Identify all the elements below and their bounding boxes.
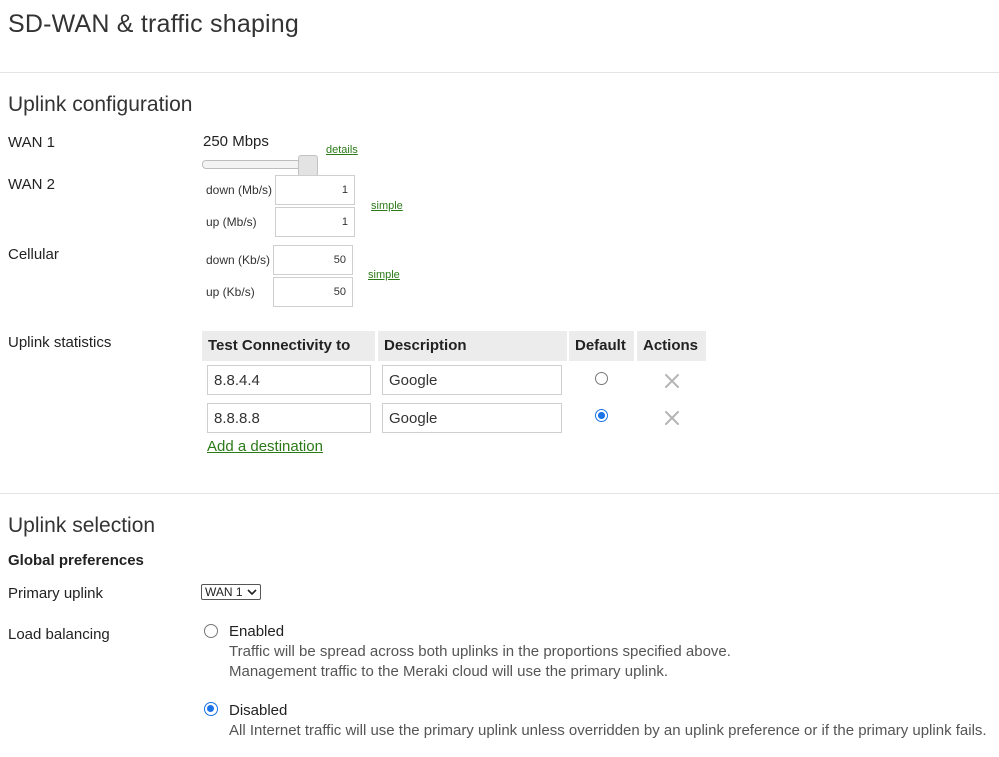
description-input[interactable] — [382, 365, 562, 395]
column-header-default: Default — [569, 331, 634, 361]
enabled-description-line: Management traffic to the Meraki cloud w… — [229, 663, 669, 680]
wan2-up-input[interactable] — [275, 207, 355, 237]
enabled-description-line: Traffic will be spread across both uplin… — [229, 643, 731, 660]
cellular-up-input[interactable] — [273, 277, 353, 307]
load-balancing-disabled-radio[interactable] — [204, 702, 218, 716]
primary-uplink-select[interactable]: WAN 1 — [201, 584, 261, 600]
load-balancing-enabled-radio[interactable] — [204, 624, 218, 638]
load-balancing-label: Load balancing — [8, 626, 110, 643]
global-preferences-heading: Global preferences — [8, 552, 144, 569]
column-header-description: Description — [378, 331, 567, 361]
wan2-down-label: down (Mb/s) — [206, 183, 273, 197]
page-title: SD-WAN & traffic shaping — [8, 10, 300, 38]
uplink-statistics-label: Uplink statistics — [8, 334, 112, 351]
wan1-label: WAN 1 — [8, 134, 55, 151]
cellular-simple-link[interactable]: simple — [368, 269, 400, 281]
primary-uplink-label: Primary uplink — [8, 585, 104, 602]
default-radio[interactable] — [595, 372, 608, 385]
wan2-label: WAN 2 — [8, 176, 55, 193]
wan1-bandwidth-value: 250 Mbps — [203, 133, 269, 150]
wan2-simple-link[interactable]: simple — [371, 200, 403, 212]
cellular-label: Cellular — [8, 246, 59, 263]
wan2-up-label: up (Mb/s) — [206, 215, 257, 229]
uplink-selection-heading: Uplink selection — [8, 514, 156, 537]
cellular-down-input[interactable] — [273, 245, 353, 275]
cellular-up-label: up (Kb/s) — [206, 285, 255, 299]
disabled-description-line: All Internet traffic will use the primar… — [229, 722, 987, 739]
enabled-option-label: Enabled — [229, 623, 285, 640]
divider — [0, 493, 999, 494]
destination-input[interactable] — [207, 403, 371, 433]
details-link[interactable]: details — [326, 144, 358, 156]
cellular-down-label: down (Kb/s) — [206, 253, 271, 267]
add-destination-link[interactable]: Add a destination — [207, 438, 323, 455]
divider — [0, 72, 999, 73]
wan1-bandwidth-slider-thumb[interactable] — [298, 155, 318, 177]
default-radio-selected[interactable] — [595, 409, 608, 422]
close-icon[interactable] — [665, 411, 679, 425]
uplink-configuration-heading: Uplink configuration — [8, 93, 193, 116]
disabled-option-label: Disabled — [229, 702, 288, 719]
wan2-down-input[interactable] — [275, 175, 355, 205]
column-header-actions: Actions — [637, 331, 706, 361]
destination-input[interactable] — [207, 365, 371, 395]
primary-uplink-selected-value: WAN 1 — [205, 585, 243, 599]
column-header-test-connectivity: Test Connectivity to — [202, 331, 375, 361]
description-input[interactable] — [382, 403, 562, 433]
close-icon[interactable] — [665, 374, 679, 388]
chevron-down-icon — [246, 585, 257, 599]
